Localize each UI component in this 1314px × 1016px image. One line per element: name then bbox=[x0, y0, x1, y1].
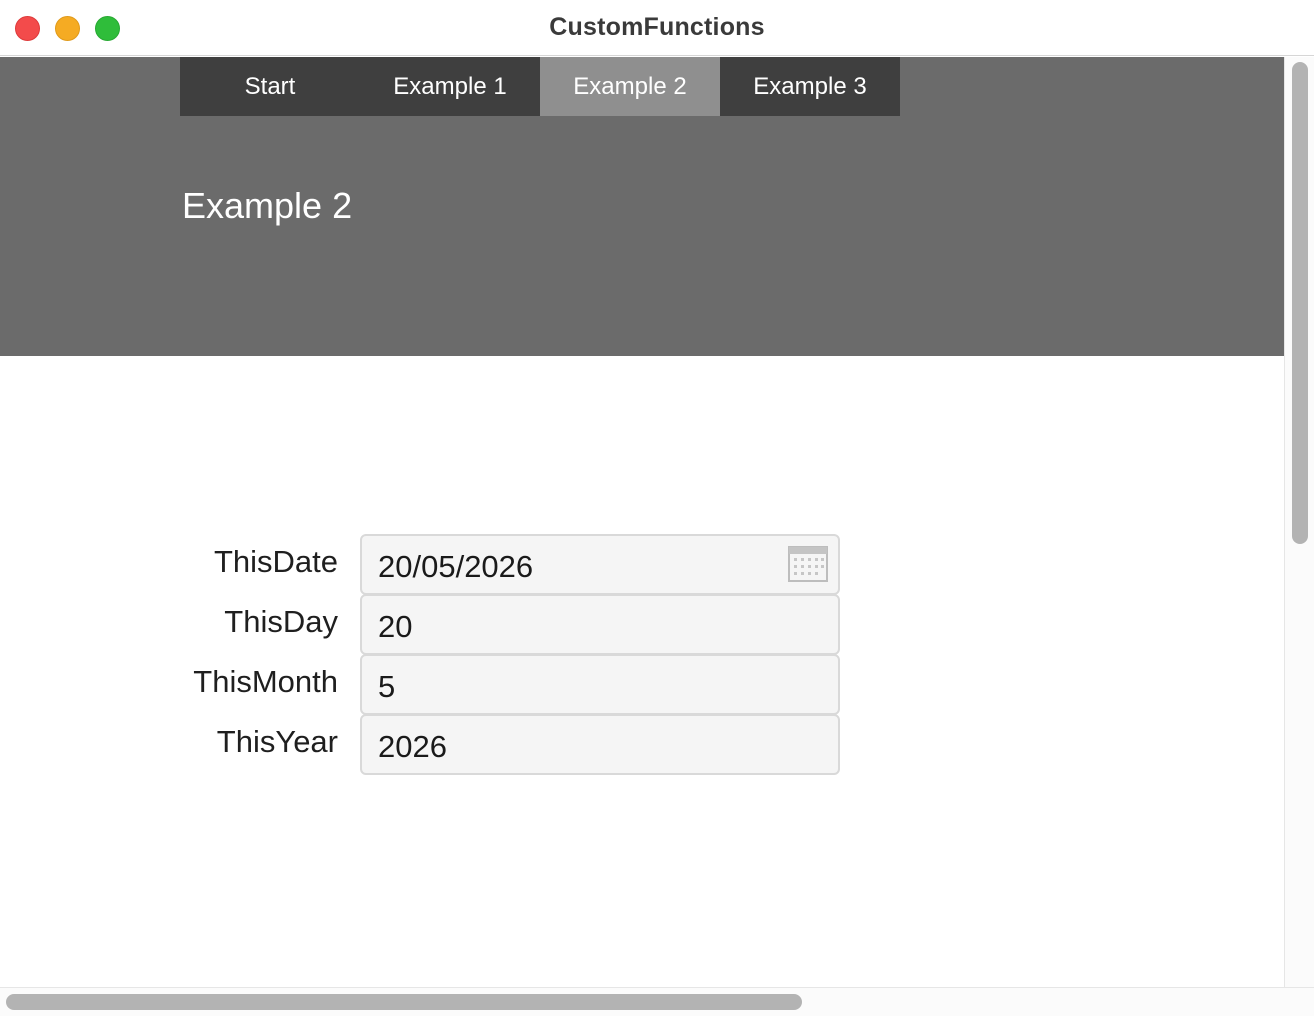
thisday-label: ThisDay bbox=[224, 604, 338, 639]
title-bar: CustomFunctions bbox=[0, 0, 1314, 56]
calendar-icon[interactable] bbox=[788, 546, 828, 582]
tab-start[interactable]: Start bbox=[180, 57, 360, 116]
thisdate-value: 20/05/2026 bbox=[378, 548, 534, 584]
app-window: CustomFunctions Start Example 1 Example … bbox=[0, 0, 1314, 1016]
window-title: CustomFunctions bbox=[549, 13, 765, 41]
thisyear-field[interactable]: 2026 bbox=[360, 714, 840, 775]
thisdate-field[interactable]: 20/05/2026 bbox=[360, 534, 840, 595]
thisdate-label: ThisDate bbox=[213, 544, 338, 579]
form-row-thismonth: ThisMonth 5 bbox=[0, 654, 840, 715]
horizontal-scroll-thumb[interactable] bbox=[6, 994, 802, 1010]
tab-example-2[interactable]: Example 2 bbox=[540, 57, 720, 116]
thismonth-label: ThisMonth bbox=[193, 664, 338, 699]
form-row-thisday: ThisDay 20 bbox=[0, 594, 840, 655]
tab-example-1[interactable]: Example 1 bbox=[360, 57, 540, 116]
vertical-scroll-thumb[interactable] bbox=[1292, 62, 1308, 544]
thismonth-field[interactable]: 5 bbox=[360, 654, 840, 715]
content-viewport: Start Example 1 Example 2 Example 3 Exam… bbox=[0, 57, 1284, 987]
thisday-field[interactable]: 20 bbox=[360, 594, 840, 655]
form-row-thisdate: ThisDate 20/05/2026 bbox=[0, 534, 840, 595]
tab-bar: Start Example 1 Example 2 Example 3 bbox=[180, 57, 900, 116]
tab-example-3[interactable]: Example 3 bbox=[720, 57, 900, 116]
header-band: Start Example 1 Example 2 Example 3 Exam… bbox=[0, 57, 1284, 356]
thisyear-label: ThisYear bbox=[216, 724, 338, 759]
page-title: Example 2 bbox=[182, 185, 353, 226]
form-row-thisyear: ThisYear 2026 bbox=[0, 714, 840, 775]
